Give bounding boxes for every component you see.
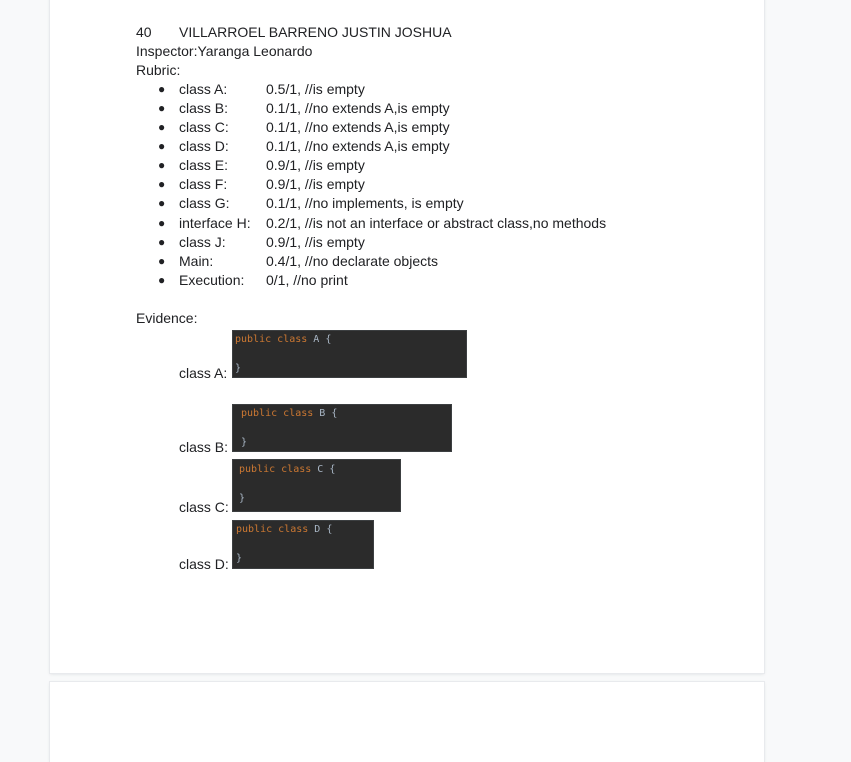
code-keyword: public: [235, 334, 272, 345]
bullet-icon: ●: [158, 254, 166, 268]
code-brace: {: [331, 408, 338, 419]
code-brace: {: [325, 334, 332, 345]
rubric-label: interface H:: [179, 215, 251, 231]
code-keyword: class: [281, 464, 312, 475]
evidence-label: class C:: [179, 499, 229, 515]
bullet-icon: ●: [158, 82, 166, 96]
code-class-name: D: [314, 524, 321, 535]
rubric-label: class F:: [179, 176, 228, 192]
rubric-value: 0.9/1, //is empty: [266, 234, 365, 250]
rubric-value: 0.1/1, //no extends A,is empty: [266, 138, 450, 154]
code-keyword: class: [277, 334, 308, 345]
rubric-label: Execution:: [179, 272, 245, 288]
rubric-label: Main:: [179, 253, 214, 269]
rubric-value: 0.2/1, //is not an interface or abstract…: [266, 215, 607, 231]
code-class-name: A: [313, 334, 320, 345]
rubric-value: 0.1/1, //no extends A,is empty: [266, 119, 450, 135]
rubric-value: 0.1/1, //no extends A,is empty: [266, 100, 450, 116]
rubric-label: class G:: [179, 195, 230, 211]
rubric-value: 0.5/1, //is empty: [266, 81, 365, 97]
inspector-line: Inspector:Yaranga Leonardo: [136, 43, 313, 59]
bullet-icon: ●: [158, 235, 166, 249]
rubric-label: class J:: [179, 234, 226, 250]
rubric-value: 0/1, //no print: [266, 272, 348, 288]
bullet-icon: ●: [158, 101, 166, 115]
bullet-icon: ●: [158, 216, 166, 230]
rubric-value: 0.9/1, //is empty: [266, 176, 365, 192]
bullet-icon: ●: [158, 196, 166, 210]
bullet-icon: ●: [158, 139, 166, 153]
code-brace: }: [239, 493, 246, 504]
rubric-label: class E:: [179, 157, 229, 173]
bullet-icon: ●: [158, 177, 166, 191]
code-class-name: B: [319, 408, 326, 419]
entry-number: 40: [136, 24, 152, 40]
code-brace: {: [329, 464, 336, 475]
code-screenshot: public class C { }: [232, 459, 401, 512]
code-brace: }: [235, 363, 242, 374]
code-brace: }: [236, 553, 243, 564]
code-brace: }: [241, 437, 248, 448]
code-keyword: public: [241, 408, 278, 419]
code-screenshot: public class A { }: [232, 330, 467, 378]
evidence-label: class B:: [179, 439, 229, 455]
bullet-icon: ●: [158, 273, 166, 287]
rubric-value: 0.4/1, //no declarate objects: [266, 253, 438, 269]
code-brace: {: [326, 524, 333, 535]
code-screenshot: public class D { }: [232, 520, 374, 569]
evidence-title: Evidence:: [136, 310, 198, 326]
rubric-label: class C:: [179, 119, 229, 135]
rubric-value: 0.1/1, //no implements, is empty: [266, 195, 464, 211]
rubric-title: Rubric:: [136, 62, 181, 78]
student-name: VILLARROEL BARRENO JUSTIN JOSHUA: [179, 24, 452, 40]
code-keyword: class: [283, 408, 314, 419]
bullet-icon: ●: [158, 158, 166, 172]
code-class-name: C: [317, 464, 324, 475]
next-document-page: [50, 682, 764, 762]
bullet-icon: ●: [158, 120, 166, 134]
code-keyword: class: [278, 524, 309, 535]
rubric-value: 0.9/1, //is empty: [266, 157, 365, 173]
code-keyword: public: [236, 524, 273, 535]
rubric-label: class B:: [179, 100, 229, 116]
code-screenshot: public class B { }: [232, 404, 452, 452]
rubric-label: class A:: [179, 81, 228, 97]
evidence-label: class A:: [179, 365, 228, 381]
evidence-label: class D:: [179, 556, 229, 572]
rubric-label: class D:: [179, 138, 229, 154]
code-keyword: public: [239, 464, 276, 475]
